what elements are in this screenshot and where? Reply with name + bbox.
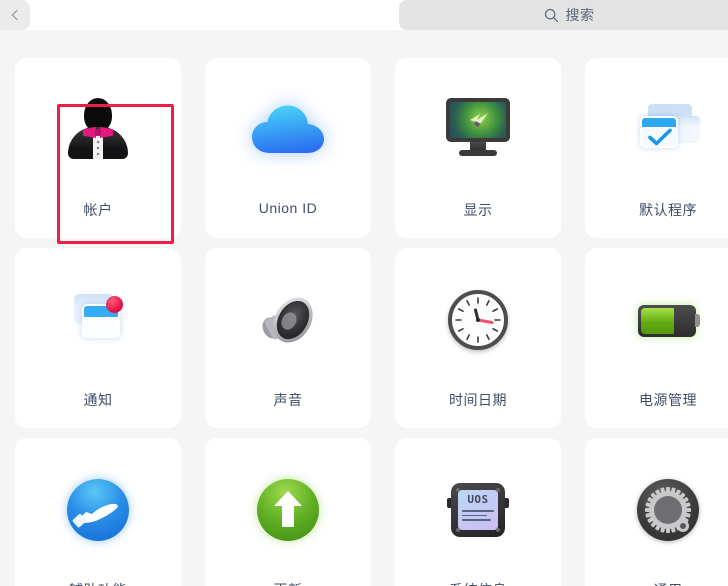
uos-chip-icon: UOS (395, 462, 561, 558)
settings-card-sound[interactable]: 声音 (205, 248, 371, 428)
control-center-window: 搜索 帐户 Union ID 显示 默认程序 通知 声音 时间日期 电源管理 U… (0, 0, 728, 586)
settings-card-union-id[interactable]: Union ID (205, 58, 371, 238)
search-placeholder: 搜索 (565, 7, 595, 23)
default-programs-icon (585, 82, 728, 178)
battery-icon (585, 272, 728, 368)
clock-icon (395, 272, 561, 368)
chevron-left-icon (9, 9, 21, 21)
back-button[interactable] (0, 0, 30, 30)
settings-card-update[interactable]: 更新 (205, 438, 371, 586)
settings-card-label: 通用 (585, 580, 728, 586)
settings-card-label: 帐户 (83, 202, 113, 218)
gear-icon (585, 462, 728, 558)
settings-card-system-info[interactable]: UOS 系统信息 (395, 438, 561, 586)
settings-card-label: 系统信息 (395, 580, 561, 586)
settings-card-account[interactable]: 帐户 (15, 58, 181, 244)
settings-card-label: 辅助功能 (15, 580, 181, 586)
monitor-icon (395, 82, 561, 178)
search-input[interactable]: 搜索 (399, 0, 728, 30)
settings-card-default-programs[interactable]: 默认程序 (585, 58, 728, 238)
settings-card-label: 更新 (205, 580, 371, 586)
settings-card-power[interactable]: 电源管理 (585, 248, 728, 428)
settings-card-notification[interactable]: 通知 (15, 248, 181, 428)
notification-icon (15, 272, 181, 368)
settings-card-accessibility[interactable]: 辅助功能 (15, 438, 181, 586)
settings-card-label: 默认程序 (639, 202, 697, 218)
accessibility-hand-icon (15, 462, 181, 558)
search-icon (544, 8, 559, 23)
settings-card-label: 显示 (463, 202, 493, 218)
settings-card-display[interactable]: 显示 (395, 58, 561, 238)
settings-grid: 帐户 Union ID 显示 默认程序 通知 声音 时间日期 电源管理 UOS (0, 30, 728, 586)
settings-card-label: 通知 (83, 392, 113, 408)
settings-card-label: Union ID (258, 200, 318, 216)
settings-card-label: 电源管理 (639, 392, 697, 408)
settings-card-general[interactable]: 通用 (585, 438, 728, 586)
account-icon (15, 82, 181, 178)
settings-card-label: 时间日期 (449, 392, 507, 408)
settings-card-label: 声音 (273, 392, 303, 408)
titlebar: 搜索 (0, 0, 728, 30)
update-arrow-icon (205, 462, 371, 558)
speaker-icon (205, 272, 371, 368)
settings-card-datetime[interactable]: 时间日期 (395, 248, 561, 428)
cloud-icon (205, 82, 371, 178)
